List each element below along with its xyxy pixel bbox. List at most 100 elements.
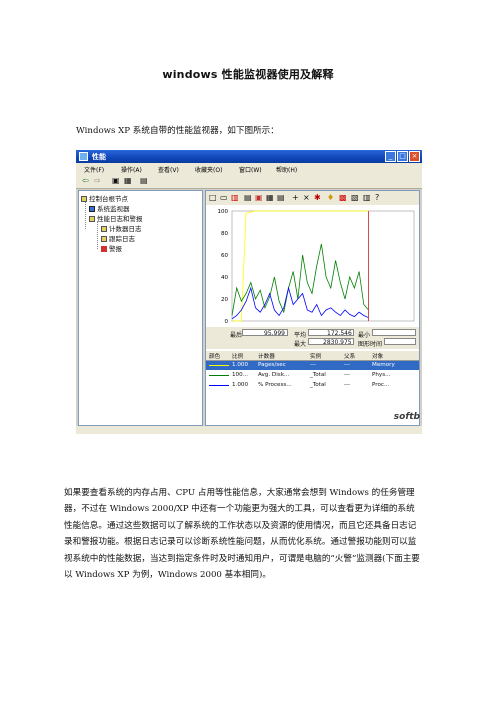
forward-icon[interactable]: ⇨ bbox=[94, 177, 101, 185]
row-scale: 100... bbox=[232, 372, 249, 378]
help-icon[interactable]: ? bbox=[375, 194, 379, 202]
row-counter: Pages/sec bbox=[258, 362, 286, 368]
console-tree: 控制台根节点 系统监视器 性能日志和警报 计数器日志 跟踪日志 警报 bbox=[78, 190, 203, 426]
menu-view[interactable]: 查看(V) bbox=[158, 165, 179, 174]
maximize-icon[interactable]: □ bbox=[397, 151, 408, 162]
highlight-icon[interactable]: ✱ bbox=[314, 194, 321, 202]
average-label: 平均 bbox=[294, 332, 307, 339]
y-tick-label: 20 bbox=[221, 297, 228, 303]
row-counter: Avg. Disk... bbox=[258, 372, 290, 378]
row-counter: % Process... bbox=[258, 382, 292, 388]
menu-bar: 文件(F) 操作(A) 查看(V) 收藏夹(O) 窗口(W) 帮助(H) bbox=[76, 163, 422, 174]
menu-window[interactable]: 窗口(W) bbox=[239, 165, 262, 174]
performance-graph: 100 80 60 40 20 0 bbox=[218, 209, 415, 325]
menu-help[interactable]: 帮助(H) bbox=[276, 165, 297, 174]
value-bar: 最后 95.999 平均 172.546 最小 最大 2830.975 图形时间 bbox=[206, 327, 419, 349]
intro-text: Windows XP 系统自带的性能监视器，如下图所示： bbox=[76, 126, 279, 136]
monitor-toolbar: □ ▭ ▥ ▤ ▣ ▦ ▤ + × ✱ ♦ ▩ ▧ ▥ ? bbox=[206, 191, 419, 205]
tree-perf-logs[interactable]: 性能日志和警报 bbox=[89, 213, 143, 223]
col-instance[interactable]: 实例 bbox=[310, 352, 321, 360]
row-parent: --- bbox=[344, 382, 351, 388]
system-monitor-pane: □ ▭ ▥ ▤ ▣ ▦ ▤ + × ✱ ♦ ▩ ▧ ▥ ? 100 80 60 40 2… bbox=[205, 190, 420, 426]
properties-icon[interactable]: ▤ bbox=[140, 177, 148, 185]
counter-row[interactable]: 1.000 Pages/sec --- --- Memory bbox=[206, 361, 419, 370]
row-object: Phys... bbox=[372, 372, 391, 378]
document-title: windows 性能监视器使用及解释 bbox=[162, 68, 334, 81]
row-parent: --- bbox=[344, 372, 351, 378]
counter-list-header: 颜色 比例 计数器 实例 父系 对象 bbox=[206, 351, 419, 361]
row-instance: --- bbox=[310, 362, 317, 368]
col-counter[interactable]: 计数器 bbox=[258, 352, 275, 360]
minimum-box bbox=[372, 329, 416, 336]
row-scale: 1.000 bbox=[232, 382, 249, 388]
y-tick-label: 0 bbox=[225, 319, 229, 325]
row-instance: _Total bbox=[310, 382, 326, 388]
col-object[interactable]: 对象 bbox=[372, 352, 383, 360]
tree-trace-logs[interactable]: 跟踪日志 bbox=[101, 233, 135, 243]
row-parent: --- bbox=[344, 362, 351, 368]
counter-log-icon bbox=[101, 226, 107, 232]
menu-action[interactable]: 操作(A) bbox=[121, 165, 142, 174]
y-tick-label: 80 bbox=[221, 231, 228, 237]
status-bar bbox=[76, 426, 422, 434]
tree-counter-logs[interactable]: 计数器日志 bbox=[101, 223, 142, 233]
watermark-brand: softb bbox=[393, 412, 420, 422]
body-paragraph: 如果要查看系统的内存占用、CPU 占用等性能信息，大家通常会想到 Windows… bbox=[64, 488, 420, 581]
col-color[interactable]: 颜色 bbox=[209, 352, 220, 360]
delete-counter-icon[interactable]: × bbox=[303, 194, 310, 202]
main-toolbar: ⇦ ⇨ ▣ ▦ ▤ bbox=[76, 174, 422, 189]
col-scale[interactable]: 比例 bbox=[232, 352, 243, 360]
new-counter-set-icon[interactable]: □ bbox=[209, 194, 217, 202]
paste-counter-list-icon[interactable]: ▧ bbox=[351, 194, 359, 202]
duration-box bbox=[384, 338, 416, 345]
trace-log-icon bbox=[101, 236, 107, 242]
col-parent[interactable]: 父系 bbox=[344, 352, 355, 360]
menu-favorites[interactable]: 收藏夹(O) bbox=[195, 165, 222, 174]
monitor-icon bbox=[89, 206, 95, 212]
up-folder-icon[interactable]: ▣ bbox=[112, 177, 120, 185]
properties-bulb-icon[interactable]: ♦ bbox=[327, 194, 334, 202]
graph-frame bbox=[231, 210, 415, 322]
view-current-activity-icon[interactable]: ▥ bbox=[231, 194, 239, 202]
view-report-icon[interactable]: ▤ bbox=[277, 194, 285, 202]
minimum-label: 最小 bbox=[358, 332, 371, 339]
copy-properties-icon[interactable]: ▩ bbox=[339, 194, 347, 202]
last-value: 95.999 bbox=[264, 330, 285, 337]
clear-display-icon[interactable]: ▭ bbox=[220, 194, 228, 202]
app-icon bbox=[79, 152, 88, 161]
performance-window-screenshot: 性能 _ □ × 文件(F) 操作(A) 查看(V) 收藏夹(O) 窗口(W) … bbox=[76, 150, 422, 434]
menu-file[interactable]: 文件(F) bbox=[84, 165, 104, 174]
row-object: Proc... bbox=[372, 382, 390, 388]
window-titlebar: 性能 _ □ × bbox=[76, 150, 422, 163]
log-icon bbox=[89, 216, 95, 222]
duration-label: 图形时间 bbox=[358, 341, 383, 348]
view-log-data-icon[interactable]: ▤ bbox=[244, 194, 252, 202]
counter-list: 颜色 比例 计数器 实例 父系 对象 1.000 Pages/sec --- -… bbox=[206, 351, 419, 425]
view-graph-icon[interactable]: ▣ bbox=[255, 194, 263, 202]
freeze-display-icon[interactable]: ▥ bbox=[363, 194, 371, 202]
maximum-value: 2830.975 bbox=[323, 339, 352, 346]
row-instance: _Total bbox=[310, 372, 326, 378]
minimize-icon[interactable]: _ bbox=[385, 151, 396, 162]
last-label: 最后 bbox=[230, 332, 243, 339]
row-scale: 1.000 bbox=[232, 362, 249, 368]
alert-icon bbox=[101, 246, 107, 252]
back-icon[interactable]: ⇦ bbox=[82, 177, 89, 185]
maximum-label: 最大 bbox=[294, 341, 307, 348]
folder-icon bbox=[81, 196, 87, 202]
close-icon[interactable]: × bbox=[409, 151, 420, 162]
row-object: Memory bbox=[372, 362, 395, 368]
counter-row[interactable]: 100... Avg. Disk... _Total --- Phys... bbox=[206, 371, 419, 380]
add-counter-icon[interactable]: + bbox=[292, 194, 299, 202]
y-tick-label: 100 bbox=[218, 209, 229, 215]
y-tick-label: 60 bbox=[221, 253, 228, 259]
average-value: 172.546 bbox=[327, 330, 352, 337]
window-title: 性能 bbox=[92, 153, 106, 161]
tree-system-monitor[interactable]: 系统监视器 bbox=[89, 203, 130, 213]
view-histogram-icon[interactable]: ▦ bbox=[266, 194, 274, 202]
tree-root[interactable]: 控制台根节点 bbox=[81, 193, 128, 203]
y-tick-label: 40 bbox=[221, 275, 228, 281]
show-tree-icon[interactable]: ▦ bbox=[124, 177, 132, 185]
tree-alerts[interactable]: 警报 bbox=[101, 243, 122, 253]
counter-row[interactable]: 1.000 % Process... _Total --- Proc... bbox=[206, 381, 419, 390]
